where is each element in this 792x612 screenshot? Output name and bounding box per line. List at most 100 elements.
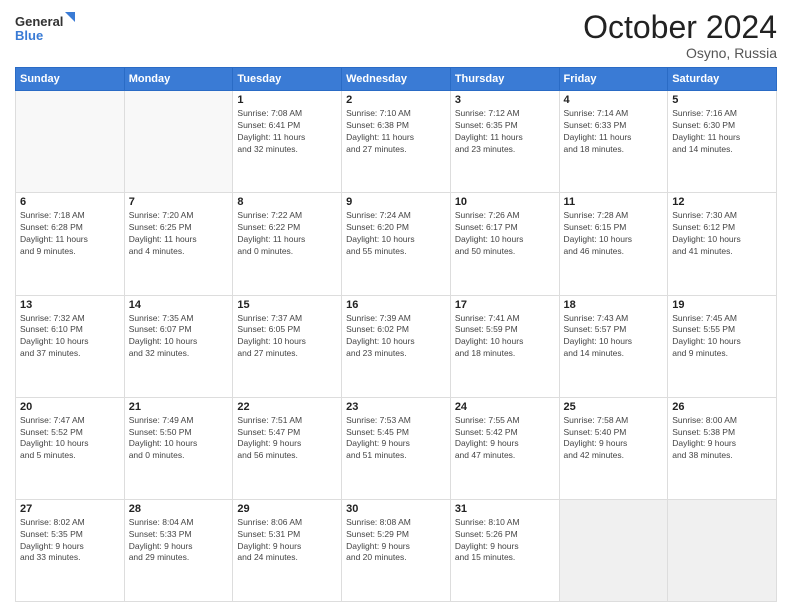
day-number: 14 — [129, 299, 229, 311]
day-info: Sunrise: 8:08 AM Sunset: 5:29 PM Dayligh… — [346, 517, 446, 565]
calendar-cell: 11 Sunrise: 7:28 AM Sunset: 6:15 PM Dayli… — [559, 193, 668, 295]
day-info: Sunrise: 7:32 AM Sunset: 6:10 PM Dayligh… — [20, 313, 120, 361]
day-number: 12 — [672, 196, 772, 208]
day-number: 22 — [237, 401, 337, 413]
calendar-cell: 4 Sunrise: 7:14 AM Sunset: 6:33 PM Daylig… — [559, 91, 668, 193]
day-info: Sunrise: 7:43 AM Sunset: 5:57 PM Dayligh… — [564, 313, 664, 361]
day-number: 27 — [20, 503, 120, 515]
day-info: Sunrise: 7:12 AM Sunset: 6:35 PM Dayligh… — [455, 108, 555, 156]
col-friday: Friday — [559, 68, 668, 91]
day-number: 8 — [237, 196, 337, 208]
day-info: Sunrise: 8:10 AM Sunset: 5:26 PM Dayligh… — [455, 517, 555, 565]
svg-text:General: General — [15, 14, 63, 29]
calendar-cell: 15Sunrise: 7:37 AM Sunset: 6:05 PM Dayli… — [233, 295, 342, 397]
calendar-cell: 27 Sunrise: 8:02 AM Sunset: 5:35 PM Dayli… — [16, 499, 125, 601]
day-info: Sunrise: 7:58 AM Sunset: 5:40 PM Dayligh… — [564, 415, 664, 463]
day-info: Sunrise: 7:39 AM Sunset: 6:02 PM Dayligh… — [346, 313, 446, 361]
location: Osyno, Russia — [583, 45, 777, 61]
calendar-cell: 5 Sunrise: 7:16 AM Sunset: 6:30 PM Daylig… — [668, 91, 777, 193]
day-info: Sunrise: 7:28 AM Sunset: 6:15 PM Dayligh… — [564, 210, 664, 258]
svg-text:Blue: Blue — [15, 28, 43, 43]
day-number: 18 — [564, 299, 664, 311]
day-info: Sunrise: 8:02 AM Sunset: 5:35 PM Dayligh… — [20, 517, 120, 565]
day-number: 3 — [455, 94, 555, 106]
calendar-cell: 8 Sunrise: 7:22 AM Sunset: 6:22 PM Daylig… — [233, 193, 342, 295]
day-number: 6 — [20, 196, 120, 208]
calendar-cell — [559, 499, 668, 601]
calendar-week-1: 6Sunrise: 7:18 AM Sunset: 6:28 PM Daylig… — [16, 193, 777, 295]
calendar-cell: 12Sunrise: 7:30 AM Sunset: 6:12 PM Dayli… — [668, 193, 777, 295]
day-number: 28 — [129, 503, 229, 515]
day-number: 25 — [564, 401, 664, 413]
day-number: 1 — [237, 94, 337, 106]
calendar-cell: 22 Sunrise: 7:51 AM Sunset: 5:47 PM Dayli… — [233, 397, 342, 499]
col-thursday: Thursday — [450, 68, 559, 91]
header: General Blue October 2024 Osyno, Russia — [15, 10, 777, 61]
calendar-cell: 21Sunrise: 7:49 AM Sunset: 5:50 PM Dayli… — [124, 397, 233, 499]
calendar-cell: 3 Sunrise: 7:12 AM Sunset: 6:35 PM Daylig… — [450, 91, 559, 193]
day-number: 11 — [564, 196, 664, 208]
day-number: 17 — [455, 299, 555, 311]
col-wednesday: Wednesday — [342, 68, 451, 91]
calendar-cell: 23 Sunrise: 7:53 AM Sunset: 5:45 PM Dayli… — [342, 397, 451, 499]
day-number: 7 — [129, 196, 229, 208]
calendar-cell: 19Sunrise: 7:45 AM Sunset: 5:55 PM Dayli… — [668, 295, 777, 397]
col-tuesday: Tuesday — [233, 68, 342, 91]
calendar-cell: 9 Sunrise: 7:24 AM Sunset: 6:20 PM Daylig… — [342, 193, 451, 295]
day-info: Sunrise: 7:53 AM Sunset: 5:45 PM Dayligh… — [346, 415, 446, 463]
calendar-cell: 31Sunrise: 8:10 AM Sunset: 5:26 PM Dayli… — [450, 499, 559, 601]
day-info: Sunrise: 7:55 AM Sunset: 5:42 PM Dayligh… — [455, 415, 555, 463]
calendar-week-2: 13Sunrise: 7:32 AM Sunset: 6:10 PM Dayli… — [16, 295, 777, 397]
day-info: Sunrise: 7:22 AM Sunset: 6:22 PM Dayligh… — [237, 210, 337, 258]
day-number: 30 — [346, 503, 446, 515]
day-number: 23 — [346, 401, 446, 413]
day-number: 9 — [346, 196, 446, 208]
day-number: 19 — [672, 299, 772, 311]
calendar-cell: 1 Sunrise: 7:08 AM Sunset: 6:41 PM Daylig… — [233, 91, 342, 193]
day-number: 2 — [346, 94, 446, 106]
day-number: 21 — [129, 401, 229, 413]
logo-svg: General Blue — [15, 10, 75, 46]
day-number: 26 — [672, 401, 772, 413]
day-number: 15 — [237, 299, 337, 311]
day-number: 29 — [237, 503, 337, 515]
day-info: Sunrise: 8:00 AM Sunset: 5:38 PM Dayligh… — [672, 415, 772, 463]
calendar-cell: 14Sunrise: 7:35 AM Sunset: 6:07 PM Dayli… — [124, 295, 233, 397]
calendar-cell: 16 Sunrise: 7:39 AM Sunset: 6:02 PM Dayli… — [342, 295, 451, 397]
col-sunday: Sunday — [16, 68, 125, 91]
day-number: 5 — [672, 94, 772, 106]
day-info: Sunrise: 7:51 AM Sunset: 5:47 PM Dayligh… — [237, 415, 337, 463]
calendar-week-0: 1 Sunrise: 7:08 AM Sunset: 6:41 PM Daylig… — [16, 91, 777, 193]
day-number: 10 — [455, 196, 555, 208]
day-info: Sunrise: 7:10 AM Sunset: 6:38 PM Dayligh… — [346, 108, 446, 156]
logo: General Blue — [15, 10, 75, 46]
calendar-cell: 26 Sunrise: 8:00 AM Sunset: 5:38 PM Dayli… — [668, 397, 777, 499]
calendar-cell: 6Sunrise: 7:18 AM Sunset: 6:28 PM Daylig… — [16, 193, 125, 295]
calendar-cell: 18 Sunrise: 7:43 AM Sunset: 5:57 PM Dayli… — [559, 295, 668, 397]
calendar-cell: 20Sunrise: 7:47 AM Sunset: 5:52 PM Dayli… — [16, 397, 125, 499]
calendar-cell: 10 Sunrise: 7:26 AM Sunset: 6:17 PM Dayli… — [450, 193, 559, 295]
calendar-week-4: 27 Sunrise: 8:02 AM Sunset: 5:35 PM Dayli… — [16, 499, 777, 601]
calendar-cell: 28Sunrise: 8:04 AM Sunset: 5:33 PM Dayli… — [124, 499, 233, 601]
calendar-cell — [668, 499, 777, 601]
calendar-cell: 24 Sunrise: 7:55 AM Sunset: 5:42 PM Dayli… — [450, 397, 559, 499]
day-number: 16 — [346, 299, 446, 311]
day-info: Sunrise: 8:06 AM Sunset: 5:31 PM Dayligh… — [237, 517, 337, 565]
calendar-cell: 13Sunrise: 7:32 AM Sunset: 6:10 PM Dayli… — [16, 295, 125, 397]
calendar-cell: 25 Sunrise: 7:58 AM Sunset: 5:40 PM Dayli… — [559, 397, 668, 499]
calendar-table: Sunday Monday Tuesday Wednesday Thursday… — [15, 67, 777, 602]
calendar-cell — [16, 91, 125, 193]
col-monday: Monday — [124, 68, 233, 91]
day-info: Sunrise: 7:16 AM Sunset: 6:30 PM Dayligh… — [672, 108, 772, 156]
day-info: Sunrise: 7:26 AM Sunset: 6:17 PM Dayligh… — [455, 210, 555, 258]
calendar-cell: 7Sunrise: 7:20 AM Sunset: 6:25 PM Daylig… — [124, 193, 233, 295]
day-info: Sunrise: 7:08 AM Sunset: 6:41 PM Dayligh… — [237, 108, 337, 156]
month-title: October 2024 — [583, 10, 777, 45]
day-info: Sunrise: 7:24 AM Sunset: 6:20 PM Dayligh… — [346, 210, 446, 258]
calendar-cell — [124, 91, 233, 193]
day-info: Sunrise: 7:14 AM Sunset: 6:33 PM Dayligh… — [564, 108, 664, 156]
col-saturday: Saturday — [668, 68, 777, 91]
day-number: 4 — [564, 94, 664, 106]
title-block: October 2024 Osyno, Russia — [583, 10, 777, 61]
day-number: 24 — [455, 401, 555, 413]
